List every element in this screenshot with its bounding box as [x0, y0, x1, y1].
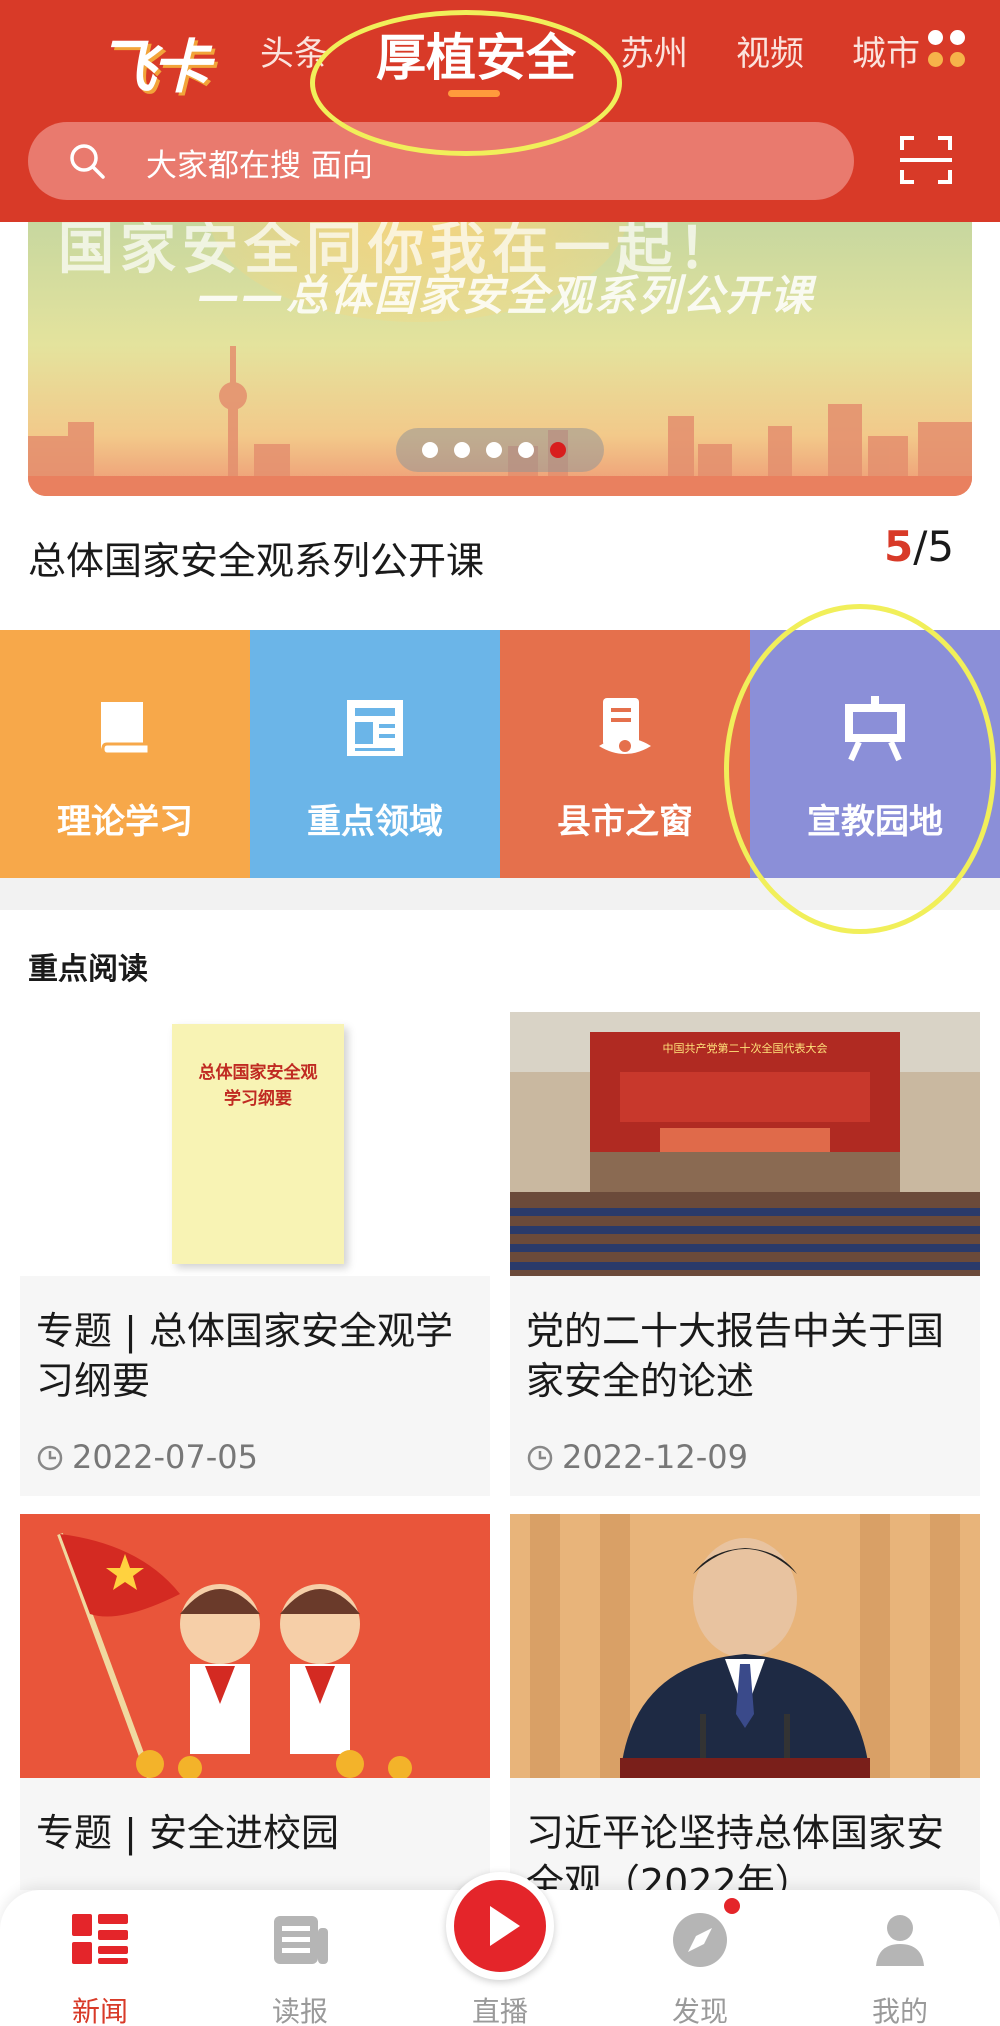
bottom-tab-mine[interactable]: 我的 [800, 1890, 1000, 2026]
newspaper-icon [347, 700, 403, 756]
speaker-photo [510, 1514, 980, 1778]
card-title: 党的二十大报告中关于国家安全的论述 [526, 1309, 945, 1403]
carousel-dot[interactable] [518, 442, 534, 458]
clock-icon [37, 1445, 63, 1471]
bottom-tab-newspaper[interactable]: 读报 [200, 1890, 400, 2026]
article-card[interactable]: 中国共产党第二十次全国代表大会 党的二十大报告中关于国家安全的论述 2022-1… [510, 1012, 980, 1496]
card-date: 2022-12-09 [526, 1438, 748, 1478]
bottom-tab-label: 新闻 [71, 1995, 128, 2026]
card-date: 2022-07-05 [36, 1438, 258, 1478]
tab-toutiao[interactable]: 头条 [260, 26, 328, 75]
quick-nav: 理论学习 重点领域 县市之窗 宣教园地 [0, 630, 1000, 878]
clock-icon [527, 1445, 553, 1471]
carousel-indicator [396, 428, 604, 472]
banner-caption[interactable]: 总体国家安全观系列公开课 [28, 530, 484, 585]
channel-tabs: 头条 厚植安全 苏州 视频 城市 [240, 0, 940, 112]
discover-notification-dot [724, 1898, 740, 1914]
carousel-dot[interactable] [454, 442, 470, 458]
logo-text: 飞卡 [98, 33, 210, 101]
banner-counter-total: /5 [913, 522, 955, 571]
play-icon [490, 1906, 520, 1946]
quick-nav-theory-study[interactable]: 理论学习 [0, 630, 250, 878]
bottom-tab-news[interactable]: 新闻 [0, 1890, 200, 2026]
card-date-text: 2022-12-09 [562, 1438, 748, 1476]
students-illustration [20, 1514, 490, 1778]
book-icon [101, 702, 151, 756]
banner-counter-current: 5 [884, 522, 914, 571]
banner-carousel[interactable]: 国家安全同你我在一起！ ——总体国家安全观系列公开课 [28, 222, 972, 496]
bottom-tab-discover[interactable]: 发现 [600, 1890, 800, 2026]
quick-nav-label: 重点领域 [307, 802, 443, 842]
bottom-tab-label: 我的 [871, 1995, 928, 2026]
book-cover-image: 总体国家安全观 学习纲要 [172, 1024, 344, 1264]
active-tab-indicator [448, 90, 500, 97]
banner-counter: 5/5 [884, 522, 954, 571]
quick-nav-label: 理论学习 [57, 802, 193, 842]
bottom-tab-label: 直播 [471, 1995, 528, 2026]
search-placeholder: 大家都在搜 面向 [146, 148, 373, 184]
bottom-tab-label: 发现 [671, 1995, 728, 2026]
scan-icon[interactable] [898, 134, 954, 186]
scroll-icon [599, 698, 651, 754]
channel-menu-icon[interactable] [928, 30, 968, 70]
speaker-illustration [510, 1514, 980, 1778]
card-image: 总体国家安全观 学习纲要 [20, 1012, 490, 1276]
card-title: 习近平论坚持总体国家安全观（2022年） [526, 1811, 945, 1890]
carousel-dot[interactable] [486, 442, 502, 458]
tab-city[interactable]: 城市 [852, 26, 920, 75]
card-date-text: 2022-07-05 [72, 1438, 258, 1476]
quick-nav-education-garden[interactable]: 宣教园地 [750, 630, 1000, 878]
card-title: 专题 | 总体国家安全观学习纲要 [36, 1309, 453, 1403]
section-title: 重点阅读 [28, 952, 148, 987]
banner-subtitle: ——总体国家安全观系列公开课 [198, 271, 815, 320]
tab-suzhou[interactable]: 苏州 [620, 26, 688, 75]
article-card[interactable]: 专题 | 安全进校园 [20, 1514, 490, 1890]
newspaper-icon [274, 1916, 328, 1964]
live-play-button[interactable] [446, 1872, 554, 1980]
quick-nav-county-window[interactable]: 县市之窗 [500, 630, 750, 878]
easel-icon [845, 696, 905, 762]
card-image [20, 1514, 490, 1778]
search-bar[interactable]: 大家都在搜 面向 [28, 122, 854, 200]
person-icon [876, 1915, 924, 1966]
congress-hall-image: 中国共产党第二十次全国代表大会 [510, 1012, 980, 1276]
quick-nav-label: 县市之窗 [557, 802, 693, 842]
card-title: 专题 | 安全进校园 [36, 1811, 339, 1855]
compass-icon [673, 1913, 727, 1967]
quick-nav-key-fields[interactable]: 重点领域 [250, 630, 500, 878]
bottom-tab-label: 读报 [271, 1995, 328, 2026]
tab-houzhi-anquan[interactable]: 厚植安全 [376, 18, 576, 90]
carousel-dot[interactable] [422, 442, 438, 458]
search-icon [70, 144, 105, 179]
congress-banner-text: 中国共产党第二十次全国代表大会 [662, 1042, 828, 1055]
app-logo[interactable]: 飞卡 [40, 12, 240, 102]
article-card[interactable]: 习近平论坚持总体国家安全观（2022年） [510, 1514, 980, 1890]
tab-video[interactable]: 视频 [736, 26, 804, 75]
article-card[interactable]: 总体国家安全观 学习纲要 专题 | 总体国家安全观学习纲要 2022-07-05 [20, 1012, 490, 1496]
app-header: 飞卡 头条 厚植安全 苏州 视频 城市 大家都在搜 面向 [0, 0, 1000, 222]
quick-nav-label: 宣教园地 [807, 802, 943, 842]
news-grid-icon [72, 1914, 128, 1964]
book-cover-title: 总体国家安全观 学习纲要 [198, 1063, 318, 1109]
carousel-dot-active[interactable] [550, 442, 566, 458]
section-divider [0, 878, 1000, 910]
